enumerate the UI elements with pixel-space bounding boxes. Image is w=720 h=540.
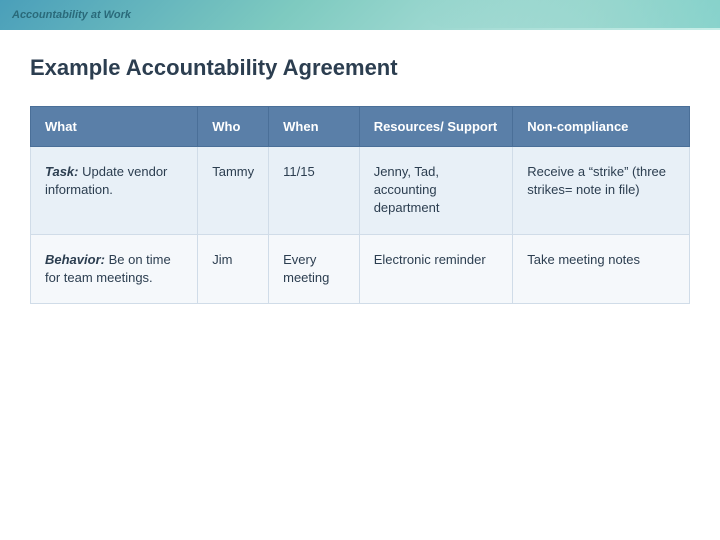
accountability-table: What Who When Resources/ Support Non-com… [30,106,690,304]
page-title: Example Accountability Agreement [30,55,690,81]
cell-when: Every meeting [269,234,360,303]
cell-resources: Electronic reminder [359,234,513,303]
cell-who: Tammy [198,147,269,235]
cell-who: Jim [198,234,269,303]
column-resources: Resources/ Support [359,107,513,147]
column-who: Who [198,107,269,147]
cell-what: Task: Update vendor information. [31,147,198,235]
table-row: Task: Update vendor information.Tammy11/… [31,147,690,235]
cell-noncompliance: Receive a “strike” (three strikes= note … [513,147,690,235]
table-row: Behavior: Be on time for team meetings.J… [31,234,690,303]
header-decoration [420,0,720,28]
cell-noncompliance: Take meeting notes [513,234,690,303]
page-content: Example Accountability Agreement What Wh… [0,30,720,540]
cell-what: Behavior: Be on time for team meetings. [31,234,198,303]
column-when: When [269,107,360,147]
column-what: What [31,107,198,147]
column-noncompliance: Non-compliance [513,107,690,147]
top-bar: Accountability at Work [0,0,720,30]
top-bar-title: Accountability at Work [12,9,131,21]
cell-when: 11/15 [269,147,360,235]
table-header-row: What Who When Resources/ Support Non-com… [31,107,690,147]
cell-resources: Jenny, Tad, accounting department [359,147,513,235]
